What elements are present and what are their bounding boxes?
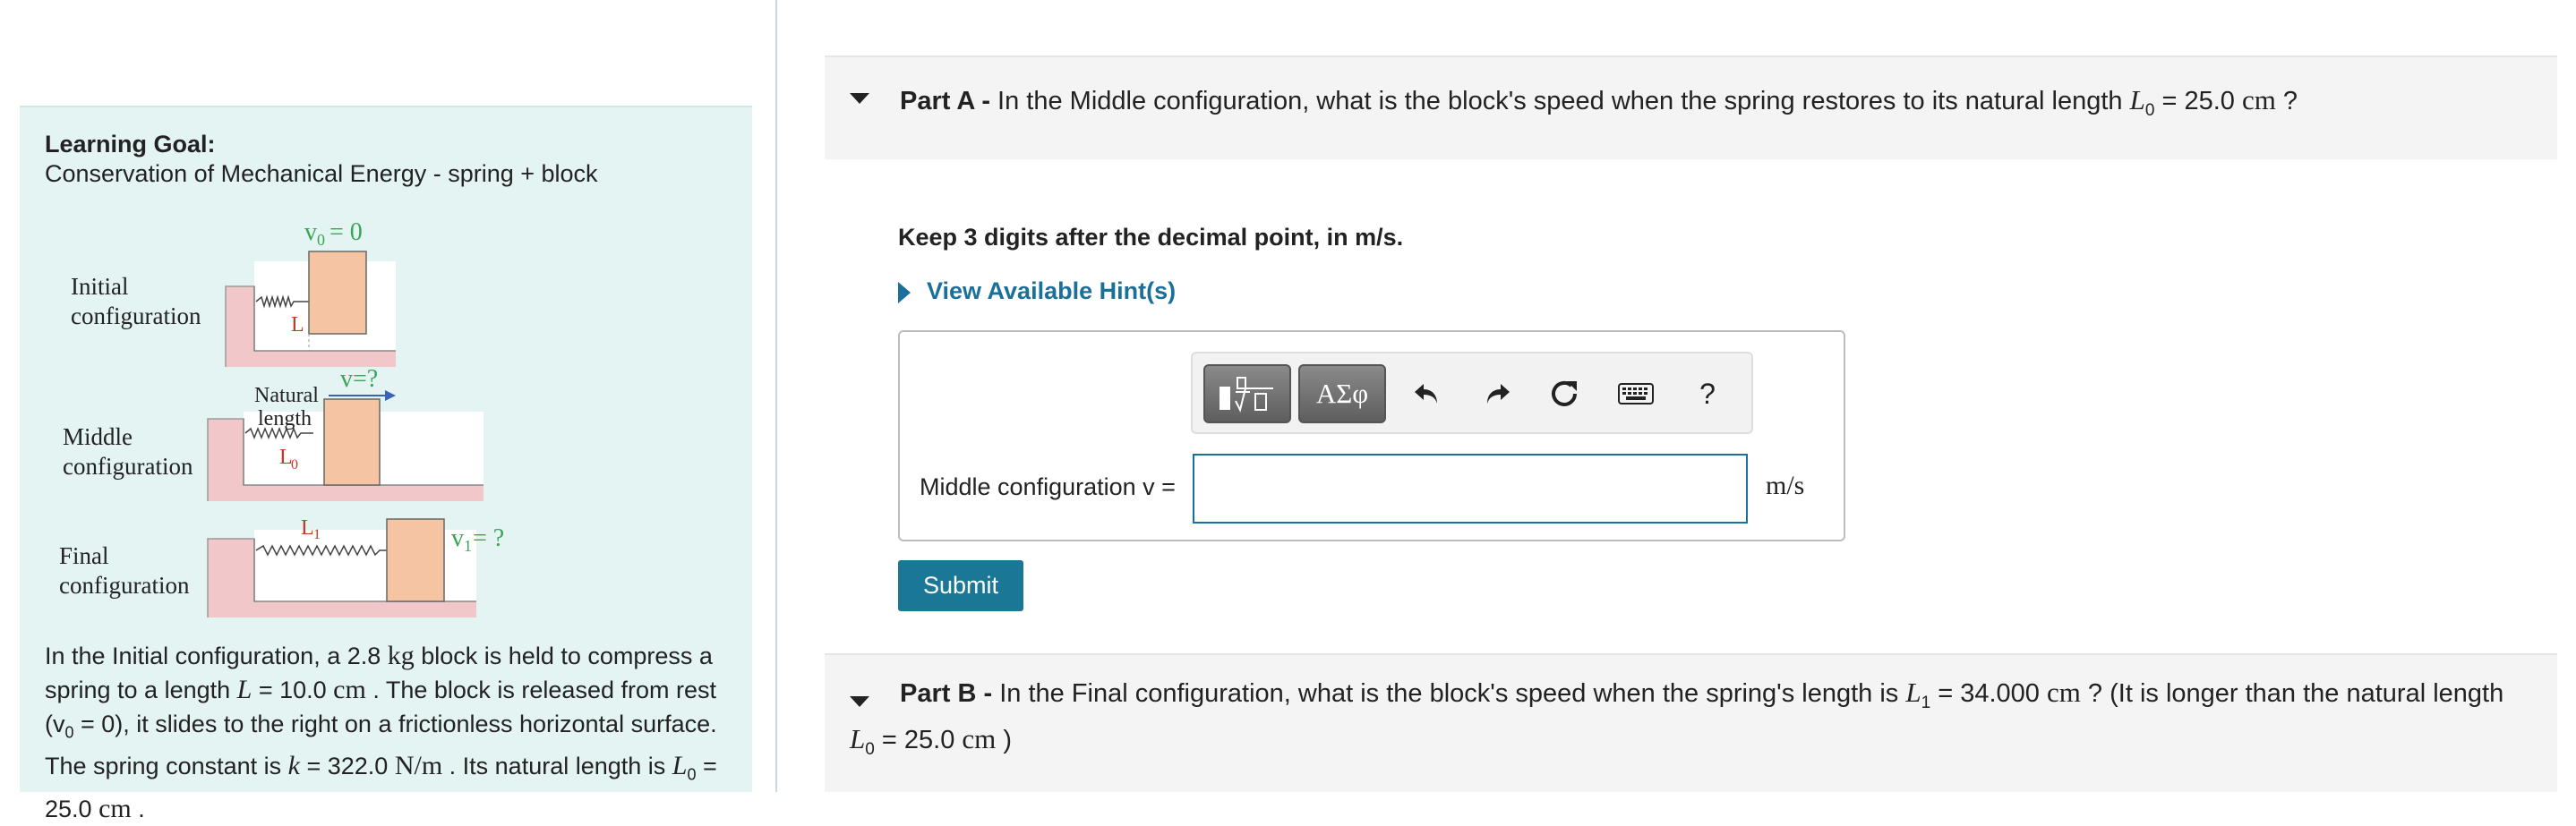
L1-label: L <box>301 516 314 540</box>
spring-length-label: L <box>291 313 304 336</box>
redo-icon[interactable] <box>1477 373 1519 414</box>
templates-button[interactable] <box>1203 364 1291 423</box>
column-divider <box>775 0 777 792</box>
svg-text:1: 1 <box>313 527 321 542</box>
expand-arrow-icon <box>898 281 911 303</box>
templates-icon <box>1220 377 1273 413</box>
svg-text:= ?: = ? <box>473 524 504 552</box>
help-button[interactable]: ? <box>1687 373 1728 414</box>
keyboard-icon[interactable] <box>1615 373 1656 414</box>
middle-configuration-drawing: Natural length L 0 v=? <box>207 365 484 501</box>
svg-text:= 0: = 0 <box>329 218 363 246</box>
problem-statement: In the Initial configuration, a 2.8 kg b… <box>45 641 717 823</box>
final-configuration-drawing: L 1 v 1 = ? <box>207 516 504 617</box>
v-question-label: v=? <box>340 365 378 393</box>
answer-input[interactable] <box>1193 454 1748 524</box>
reset-icon[interactable] <box>1544 373 1585 414</box>
natural-length-label-1: Natural <box>254 384 319 407</box>
math-toolbar: ΑΣφ ? <box>1191 352 1753 434</box>
submit-button[interactable]: Submit <box>898 560 1023 611</box>
collapse-arrow-icon[interactable] <box>850 93 869 104</box>
learning-goal-panel: Learning Goal: Conservation of Mechanica… <box>20 106 752 823</box>
answer-instruction: Keep 3 digits after the decimal point, i… <box>898 224 1404 251</box>
natural-length-label-2: length <box>258 407 312 430</box>
view-hints-link[interactable]: View Available Hint(s) <box>898 277 1176 305</box>
svg-text:1: 1 <box>464 537 472 555</box>
initial-configuration-drawing: L v 0 = 0 <box>225 218 396 367</box>
part-a-header[interactable]: Part A - In the Middle configuration, wh… <box>825 55 2557 159</box>
part-b-header[interactable]: Part B - In the Final configuration, wha… <box>825 653 2557 792</box>
part-a-question: Part A - In the Middle configuration, wh… <box>900 84 2298 120</box>
greek-symbols-button[interactable]: ΑΣφ <box>1298 364 1386 423</box>
spring-block-figure: Initial configuration Middle configuration… <box>20 197 752 617</box>
answer-box: ΑΣφ ? Middle configuration v = m/s <box>898 330 1845 541</box>
v0-label: v <box>304 218 317 246</box>
part-b-question: Part B - In the Final configuration, wha… <box>850 677 2504 759</box>
svg-text:0: 0 <box>291 457 298 473</box>
answer-unit: m/s <box>1766 471 1805 500</box>
undo-icon[interactable] <box>1406 373 1447 414</box>
answer-input-label: Middle configuration v = <box>920 473 1176 500</box>
configuration-diagram: L v 0 = 0 Natural length L 0 v=? L 1 v 1… <box>207 218 504 617</box>
learning-goal-title: Learning Goal: <box>45 131 216 158</box>
learning-goal-subtitle: Conservation of Mechanical Energy - spri… <box>45 160 598 187</box>
svg-text:0: 0 <box>317 231 325 249</box>
v1-label: v <box>451 524 464 552</box>
